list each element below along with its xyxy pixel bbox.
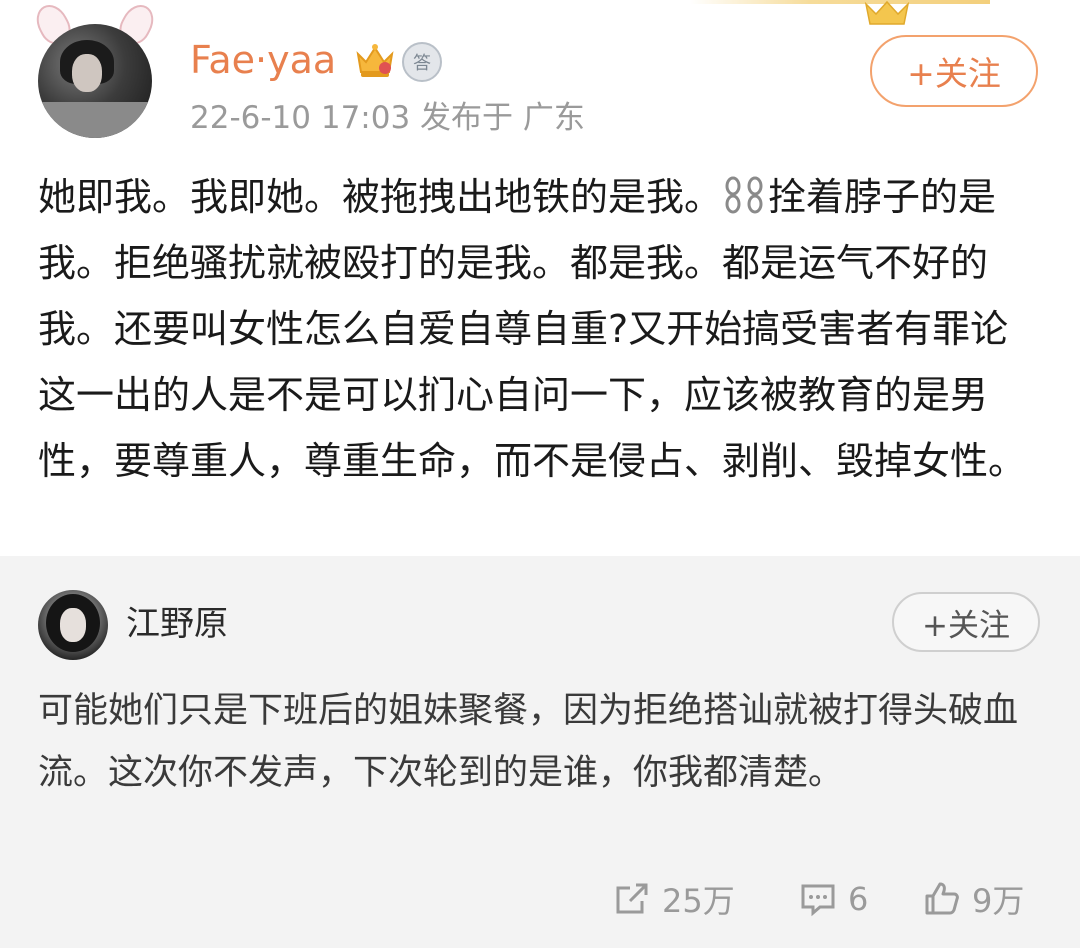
repost-username[interactable]: 江野原 (126, 602, 228, 646)
username[interactable]: Fae·yaa (190, 36, 336, 84)
avatar-photo (38, 24, 152, 138)
user-avatar[interactable] (28, 0, 160, 142)
repost-follow-button[interactable]: +关注 (892, 592, 1040, 652)
thumbs-up-icon (925, 882, 959, 915)
chain-icon (725, 176, 763, 214)
repost-body: 可能她们只是下班后的姐妹聚餐，因为拒绝搭讪就被打得头破血流。这次你不发声，下次轮… (38, 691, 1019, 793)
post-text-part2: 拴着脖子的是我。拒绝骚扰就被殴打的是我。都是我。都是运气不好的我。还要叫女性怎么… (38, 175, 1027, 483)
decorative-gold-line (690, 0, 990, 4)
reposted-card[interactable]: 江野原 +关注 可能她们只是下班后的姐妹聚餐，因为拒绝搭讪就被打得头破血流。这次… (0, 556, 1080, 948)
post-meta: 22-6-10 17:03 发布于 广东 (190, 100, 585, 136)
post-body: 她即我。我即她。被拖拽出地铁的是我。 拴着脖子的是我。拒绝骚扰就被殴打的是我。都… (38, 164, 1038, 494)
comment-count: 6 (848, 880, 869, 918)
follow-button[interactable]: +关注 (870, 35, 1038, 107)
crown-badge-icon (356, 44, 394, 77)
post-text-part1: 她即我。我即她。被拖拽出地铁的是我。 (38, 175, 723, 219)
comment-icon (801, 884, 835, 917)
comment-action[interactable]: 6 (798, 874, 868, 924)
share-icon (616, 883, 648, 914)
repost-user-avatar[interactable] (38, 590, 108, 660)
crown-decoration-icon (864, 0, 910, 25)
level-badge: 答 (402, 42, 442, 82)
like-count: 9万 (972, 882, 1025, 920)
post-card: Fae·yaa 答 22-6-10 17:03 发布于 广东 +关注 她即我。我… (0, 0, 1080, 556)
repost-count: 25万 (662, 882, 735, 920)
like-action[interactable]: 9万 (922, 874, 1024, 924)
repost-action[interactable]: 25万 (612, 874, 735, 924)
